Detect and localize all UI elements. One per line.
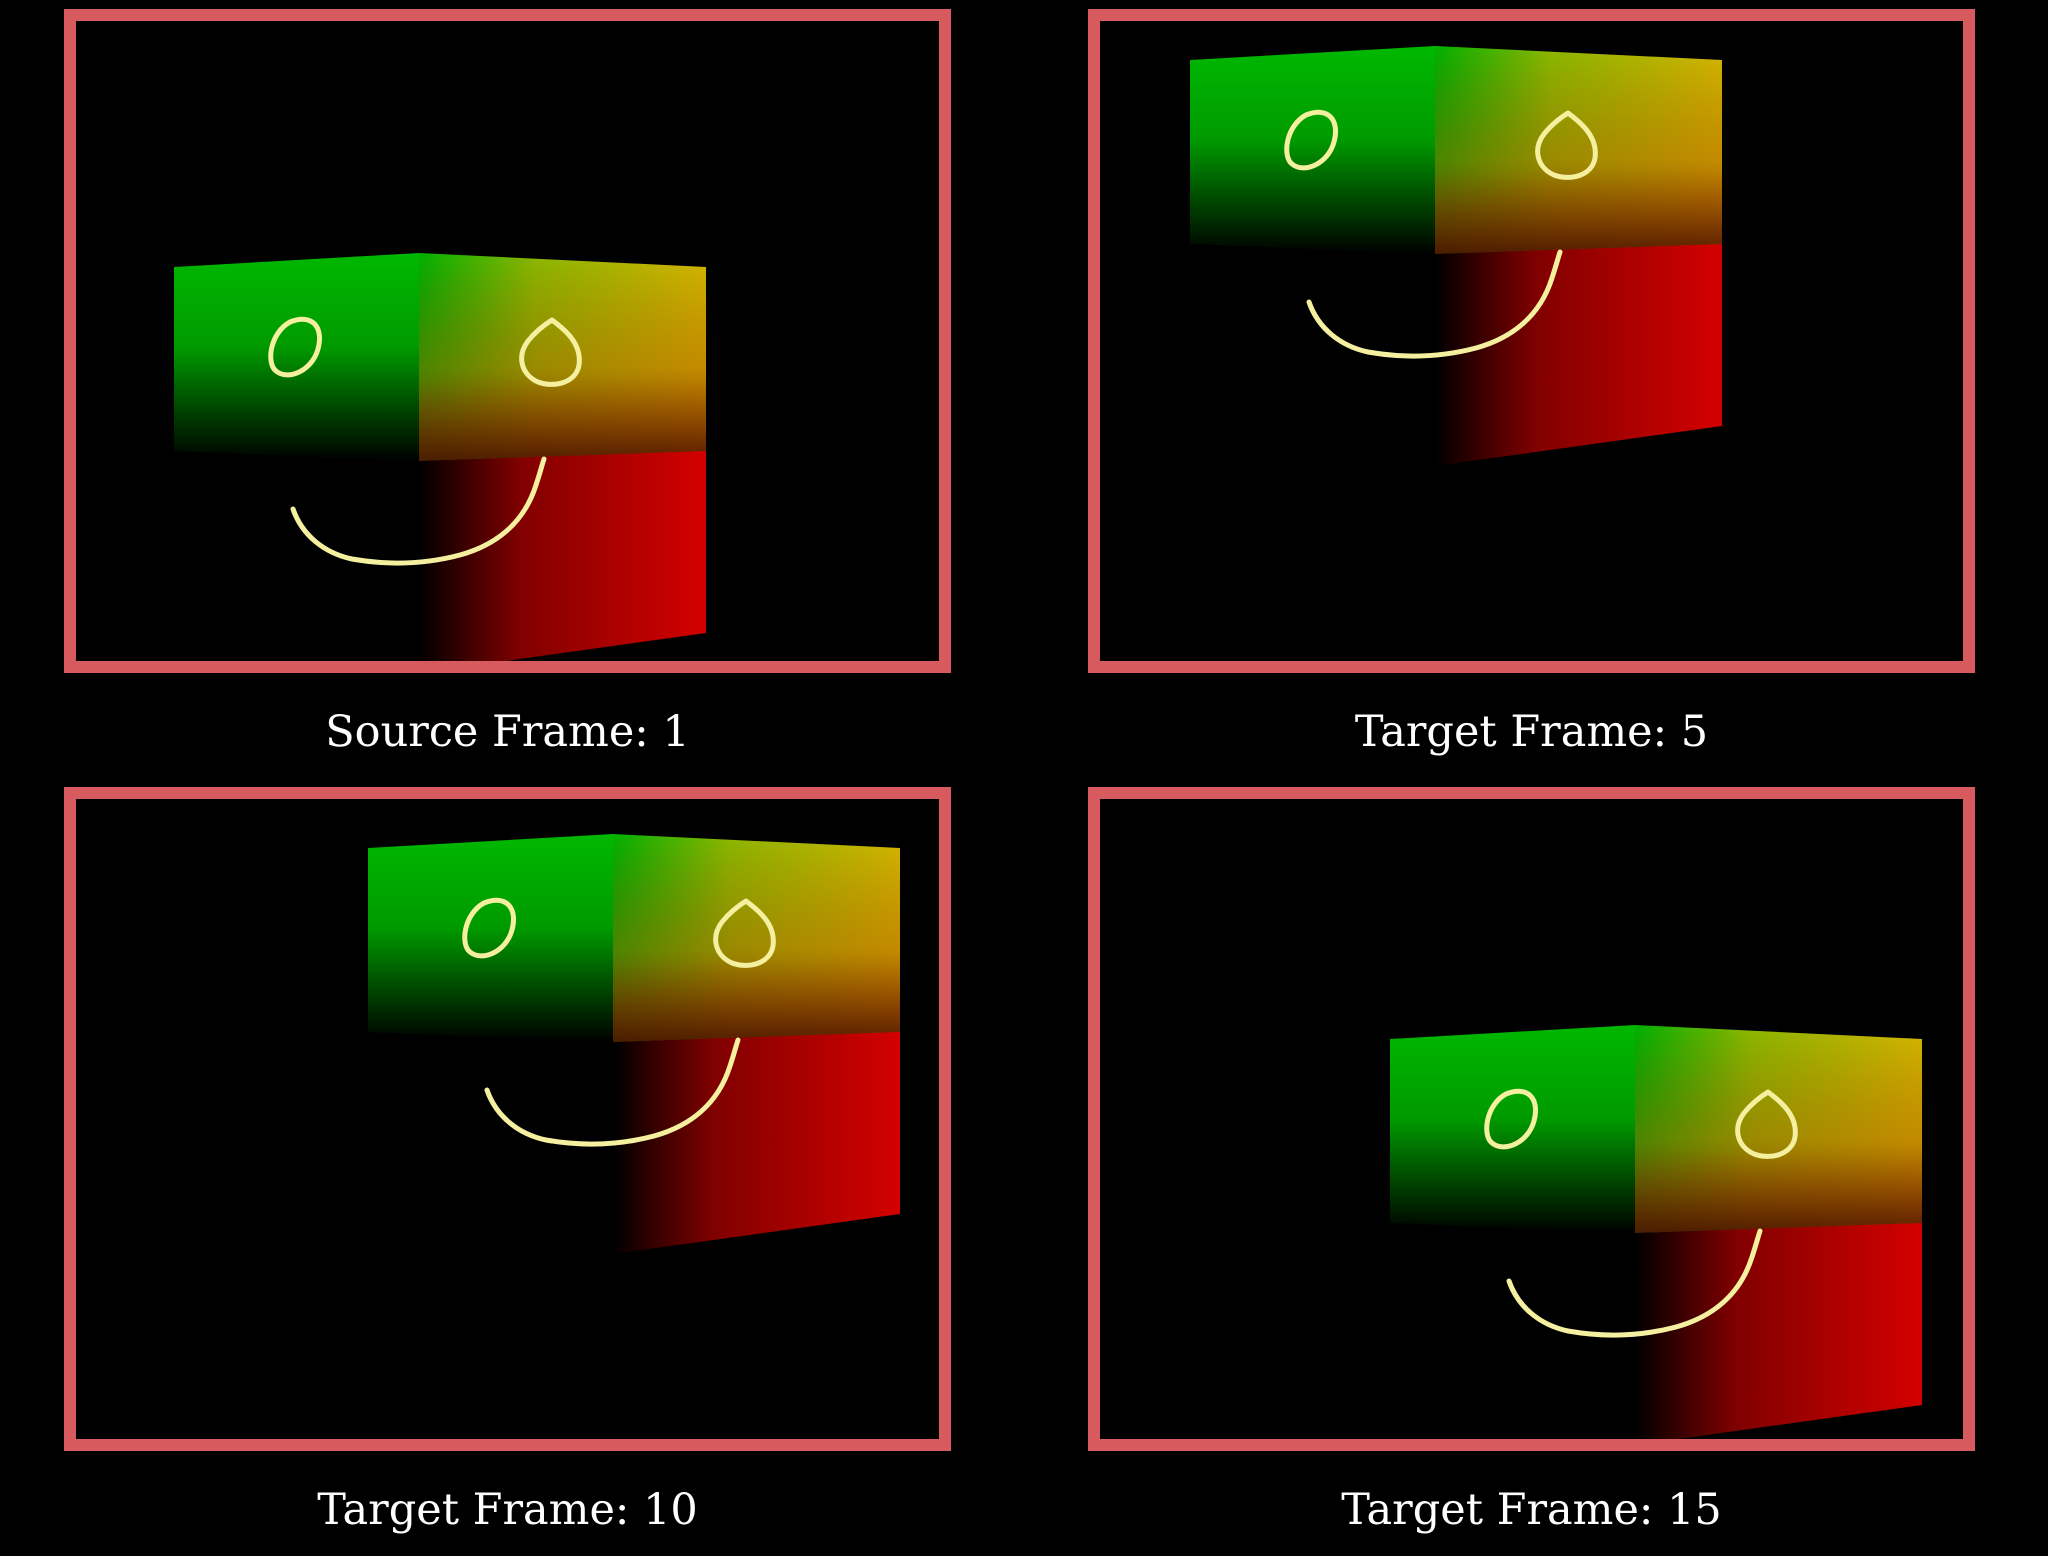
target-frame-10-panel	[64, 787, 951, 1451]
cube-graphic	[368, 834, 900, 1254]
cube-face-graphic	[76, 799, 939, 1439]
cube-face-graphic	[1100, 799, 1963, 1439]
target-frame-5-panel	[1088, 9, 1975, 673]
source-frame-caption: Source Frame: 1	[325, 707, 690, 757]
target-frame-10-caption: Target Frame: 10	[317, 1485, 698, 1535]
cube-graphic	[1190, 46, 1722, 466]
target-frame-5-caption: Target Frame: 5	[1354, 707, 1709, 757]
target-frame-15-caption: Target Frame: 15	[1341, 1485, 1722, 1535]
source-frame-panel	[64, 9, 951, 673]
cube-face-graphic	[1100, 21, 1963, 661]
cube-graphic	[1390, 1025, 1922, 1439]
cube-graphic	[174, 253, 706, 661]
cube-face-graphic	[76, 21, 939, 661]
target-frame-15-panel	[1088, 787, 1975, 1451]
